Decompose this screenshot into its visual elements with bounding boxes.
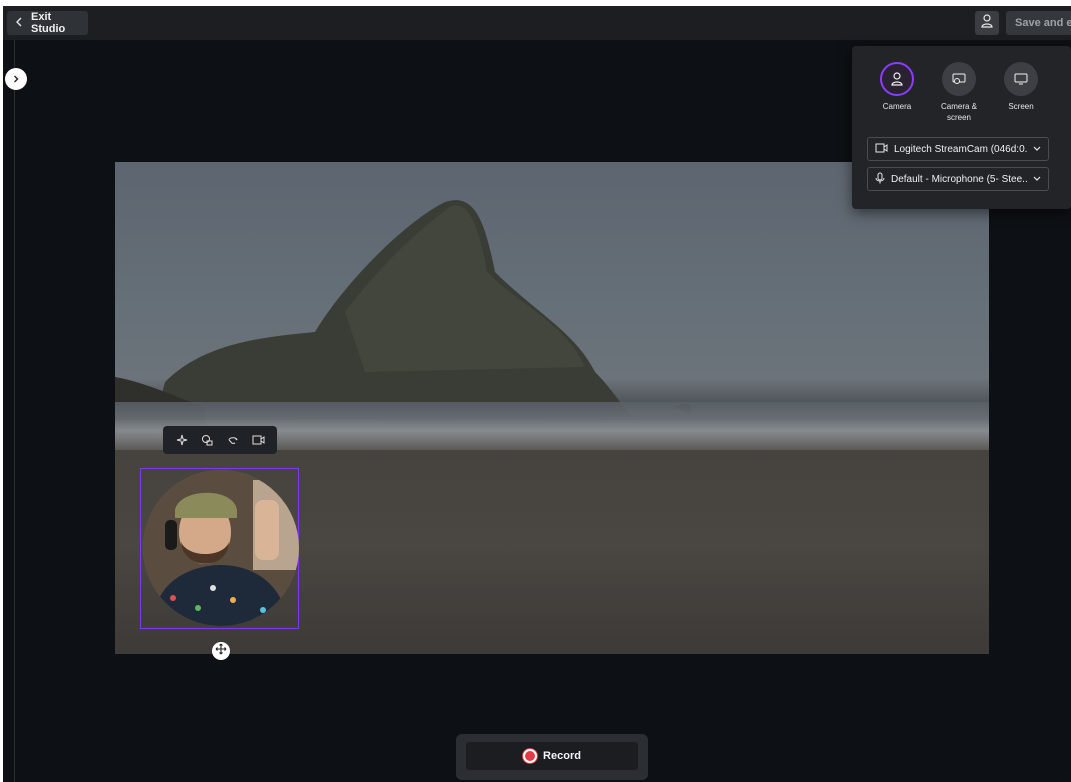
camera-screen-icon <box>942 62 976 96</box>
magic-effects-icon[interactable] <box>174 432 190 448</box>
person-icon <box>880 62 914 96</box>
shape-icon[interactable] <box>199 432 215 448</box>
camera-select[interactable]: Logitech StreamCam (046d:0... <box>867 137 1049 161</box>
video-camera-icon <box>875 143 888 156</box>
mode-camera-label: Camera <box>882 102 912 111</box>
move-handle[interactable] <box>212 642 230 660</box>
studio-app: Exit Studio Save and exit <box>3 6 1071 782</box>
pip-toolbar <box>163 426 277 454</box>
record-button[interactable]: Record <box>466 742 638 770</box>
record-label: Record <box>543 750 581 762</box>
exit-studio-button[interactable]: Exit Studio <box>7 11 88 35</box>
chevron-right-icon <box>13 70 19 88</box>
camera-bubble[interactable] <box>143 470 299 626</box>
chevron-down-icon <box>1033 174 1041 185</box>
exit-studio-label: Exit Studio <box>31 11 66 35</box>
account-button[interactable] <box>975 11 999 35</box>
mode-screen[interactable]: Screen <box>990 62 1052 112</box>
person-icon <box>981 13 993 33</box>
camera-select-value: Logitech StreamCam (046d:0... <box>894 143 1027 155</box>
top-bar: Exit Studio Save and exit <box>3 6 1071 40</box>
chevron-down-icon <box>1033 144 1041 155</box>
mode-camera-and-screen[interactable]: Camera & screen <box>928 62 990 123</box>
flip-icon[interactable] <box>225 432 241 448</box>
screen-icon <box>1004 62 1038 96</box>
mode-screen-label: Screen <box>1008 102 1034 111</box>
webcam-feed-image <box>143 470 299 626</box>
mode-camera-and-screen-label: Camera & screen <box>940 102 977 122</box>
move-icon <box>215 642 227 660</box>
sidebar-divider <box>14 40 15 782</box>
microphone-icon <box>875 172 885 187</box>
save-and-exit-button[interactable]: Save and exit <box>1006 11 1071 35</box>
record-bar: Record <box>456 734 648 780</box>
record-dot-icon <box>523 749 538 763</box>
expand-sidebar-button[interactable] <box>5 68 27 90</box>
microphone-select-value: Default - Microphone (5- Stee... <box>891 173 1027 185</box>
recording-settings-panel: Camera Camera & screen Screen Logitech S… <box>852 46 1071 209</box>
camera-icon[interactable] <box>250 432 266 448</box>
mode-camera[interactable]: Camera <box>866 62 928 112</box>
chevron-left-icon <box>15 17 23 30</box>
microphone-select[interactable]: Default - Microphone (5- Stee... <box>867 167 1049 191</box>
